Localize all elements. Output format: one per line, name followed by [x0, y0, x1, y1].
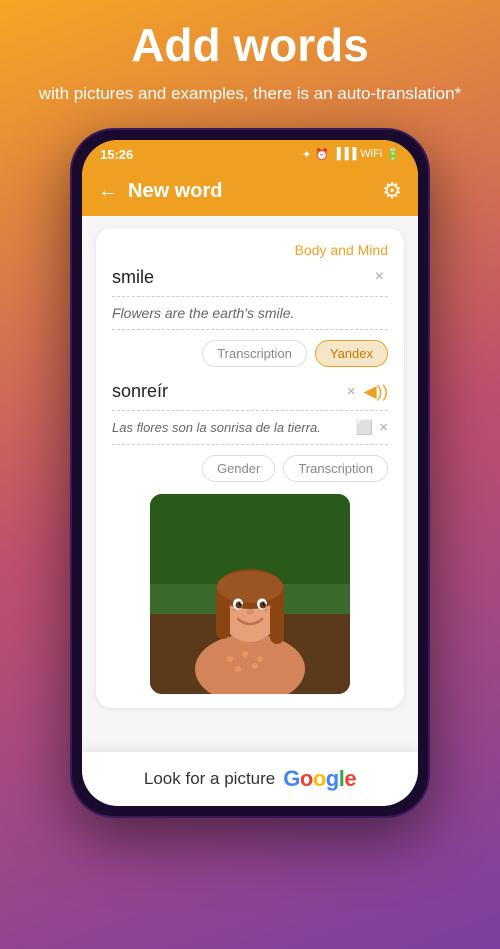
- phone-frame: 15:26 ✦ ⏰ ▐▐▐ WiFi 🔋 ← New word ⚙ Body a…: [70, 128, 430, 818]
- phone-inner: 15:26 ✦ ⏰ ▐▐▐ WiFi 🔋 ← New word ⚙ Body a…: [82, 140, 418, 806]
- translation-tags-row: Gender Transcription: [112, 455, 388, 482]
- translation-input[interactable]: [112, 381, 347, 402]
- bluetooth-icon: ✦: [302, 148, 311, 161]
- source-tags-row: Transcription Yandex: [112, 340, 388, 367]
- google-o1: o: [300, 766, 313, 791]
- google-g2: g: [326, 766, 339, 791]
- translation-clear-button[interactable]: ×: [347, 383, 356, 400]
- word-image[interactable]: [150, 494, 350, 694]
- sound-button[interactable]: ◀)): [364, 382, 388, 402]
- app-header: ← New word ⚙: [82, 168, 418, 216]
- back-button[interactable]: ←: [98, 180, 118, 203]
- transcription-button[interactable]: Transcription: [202, 340, 307, 367]
- category-label[interactable]: Body and Mind: [112, 242, 388, 258]
- promo-title: Add words: [131, 20, 369, 71]
- transcription-button-2[interactable]: Transcription: [283, 455, 388, 482]
- translation-example-text: Las flores son la sonrisa de la tierra.: [112, 420, 356, 435]
- translation-example-clear-button[interactable]: ×: [379, 419, 388, 436]
- battery-icon: 🔋: [386, 148, 400, 161]
- yandex-button[interactable]: Yandex: [315, 340, 388, 367]
- status-time: 15:26: [100, 147, 133, 162]
- word-clear-button[interactable]: ×: [371, 266, 388, 288]
- header-title: New word: [128, 180, 222, 203]
- google-logo[interactable]: Google: [283, 766, 356, 792]
- google-search-label: Look for a picture: [144, 769, 275, 789]
- bottom-bar: Look for a picture Google: [82, 752, 418, 806]
- header-left: ← New word: [98, 180, 222, 203]
- person-illustration: [150, 494, 350, 694]
- content-area: Body and Mind × Flowers are the earth's …: [82, 216, 418, 752]
- translation-actions: × ◀)): [347, 382, 388, 402]
- settings-icon[interactable]: ⚙: [382, 178, 402, 204]
- google-o2: o: [313, 766, 326, 791]
- word-input[interactable]: [112, 267, 371, 288]
- signal-icon: ▐▐▐: [333, 148, 356, 160]
- translation-input-row: × ◀)): [112, 381, 388, 411]
- translation-example-row: Las flores son la sonrisa de la tierra. …: [112, 419, 388, 445]
- google-g: G: [283, 766, 300, 791]
- word-card: Body and Mind × Flowers are the earth's …: [96, 228, 404, 708]
- example-text: Flowers are the earth's smile.: [112, 305, 388, 321]
- example-row: Flowers are the earth's smile.: [112, 305, 388, 330]
- wifi-icon: WiFi: [360, 148, 382, 160]
- gender-button[interactable]: Gender: [202, 455, 275, 482]
- google-e: e: [344, 766, 356, 791]
- status-bar: 15:26 ✦ ⏰ ▐▐▐ WiFi 🔋: [82, 140, 418, 168]
- copy-button[interactable]: ⬜: [356, 419, 373, 436]
- status-icons: ✦ ⏰ ▐▐▐ WiFi 🔋: [302, 148, 400, 161]
- word-input-row: ×: [112, 266, 388, 297]
- alarm-icon: ⏰: [315, 148, 329, 161]
- promo-subtitle: with pictures and examples, there is an …: [9, 81, 491, 107]
